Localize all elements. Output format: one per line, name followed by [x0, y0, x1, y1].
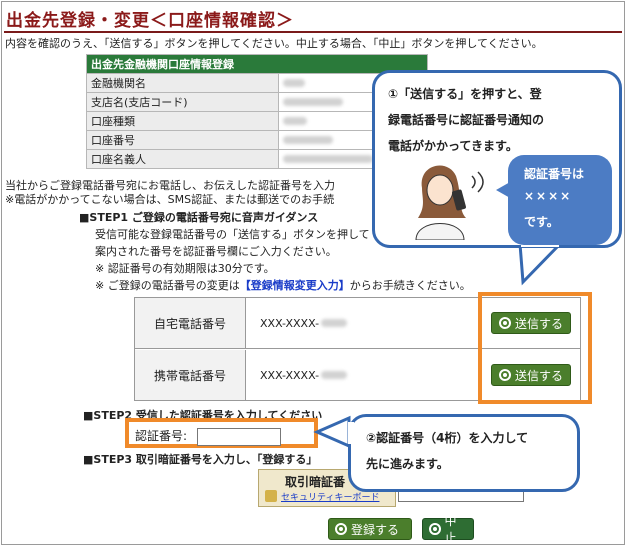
circle-icon — [429, 523, 441, 535]
page-title: 出金先登録・変更＜口座情報確認＞ — [6, 11, 294, 31]
branch-label: 支店名(支店コード) — [86, 92, 279, 112]
step1-title: ■STEP1 ご登録の電話番号宛に音声ガイダンス — [79, 211, 319, 224]
step1-desc-2: 案内された番号を認証番号欄にご入力ください。 — [95, 245, 337, 258]
home-phone-number: XXX-XXXX- — [246, 298, 480, 348]
auth-code-notice-bubble: 認証番号は ×××× です。 — [508, 155, 612, 245]
note-line-2: ※電話がかかってこない場合は、SMS認証、または郵送でのお手続 — [5, 193, 335, 206]
home-phone-label: 自宅電話番号 — [135, 298, 246, 348]
title-divider — [4, 31, 622, 33]
mobile-phone-number: XXX-XXXX- — [246, 350, 480, 400]
notice-line-1: 認証番号は — [524, 167, 585, 181]
cancel-button[interactable]: 中止 — [422, 514, 474, 545]
trading-password-label: 取引暗証番 — [285, 475, 346, 489]
top-callout-line-2: 録電話番号に認証番号通知の — [388, 113, 545, 127]
intro-text: 内容を確認のうえ、「送信する」ボタンを押してください。中止する場合、「中止」ボタ… — [5, 37, 543, 50]
register-button-label: 登録する — [351, 522, 400, 537]
cancel-button-label: 中止 — [444, 514, 457, 545]
step1-desc-3: ※ 認証番号の有効期限は30分です。 — [95, 262, 275, 275]
notice-line-3: です。 — [524, 215, 559, 229]
register-button[interactable]: 登録する — [328, 518, 412, 540]
keyboard-icon — [265, 490, 277, 502]
bottom-callout-line-2: 先に進みます。 — [366, 457, 449, 471]
send-buttons-highlight — [478, 292, 592, 404]
home-phone-number-text: XXX-XXXX- — [260, 316, 320, 330]
step1-desc-4-prefix: ※ ご登録の電話番号の変更は — [95, 279, 240, 292]
step3-title: ■STEP3 取引暗証番号を入力し、「登録する」 — [83, 453, 318, 466]
mobile-phone-label: 携帯電話番号 — [135, 350, 246, 400]
operator-illustration — [415, 165, 484, 240]
step1-desc-4-suffix: からお手続きください。 — [349, 279, 471, 292]
step1-desc-1: 受信可能な登録電話番号の「送信する」ボタンを押して — [95, 228, 370, 241]
notice-bubble-tail — [496, 182, 510, 198]
account-number-label: 口座番号 — [86, 130, 279, 150]
bottom-callout-line-1: ②認証番号（4桁）を入力して — [366, 431, 529, 445]
mobile-phone-number-text: XXX-XXXX- — [260, 368, 320, 382]
top-callout-line-1: ①「送信する」を押すと、登 — [388, 87, 542, 101]
circle-icon — [335, 523, 347, 535]
account-holder-label: 口座名義人 — [86, 149, 279, 169]
step1-desc-4: ※ ご登録の電話番号の変更は【登録情報変更入力】からお手続きください。 — [95, 277, 471, 293]
notice-line-2: ×××× — [524, 189, 573, 203]
bank-name-label: 金融機関名 — [86, 73, 279, 93]
auth-code-input[interactable] — [197, 428, 281, 446]
bottom-callout-tail-mask — [348, 422, 354, 444]
profile-change-link[interactable]: 【登録情報変更入力】 — [240, 279, 350, 292]
account-type-label: 口座種類 — [86, 111, 279, 131]
auth-code-label: 認証番号: — [135, 429, 188, 443]
account-info-header: 出金先金融機関口座情報登録 — [86, 54, 428, 74]
